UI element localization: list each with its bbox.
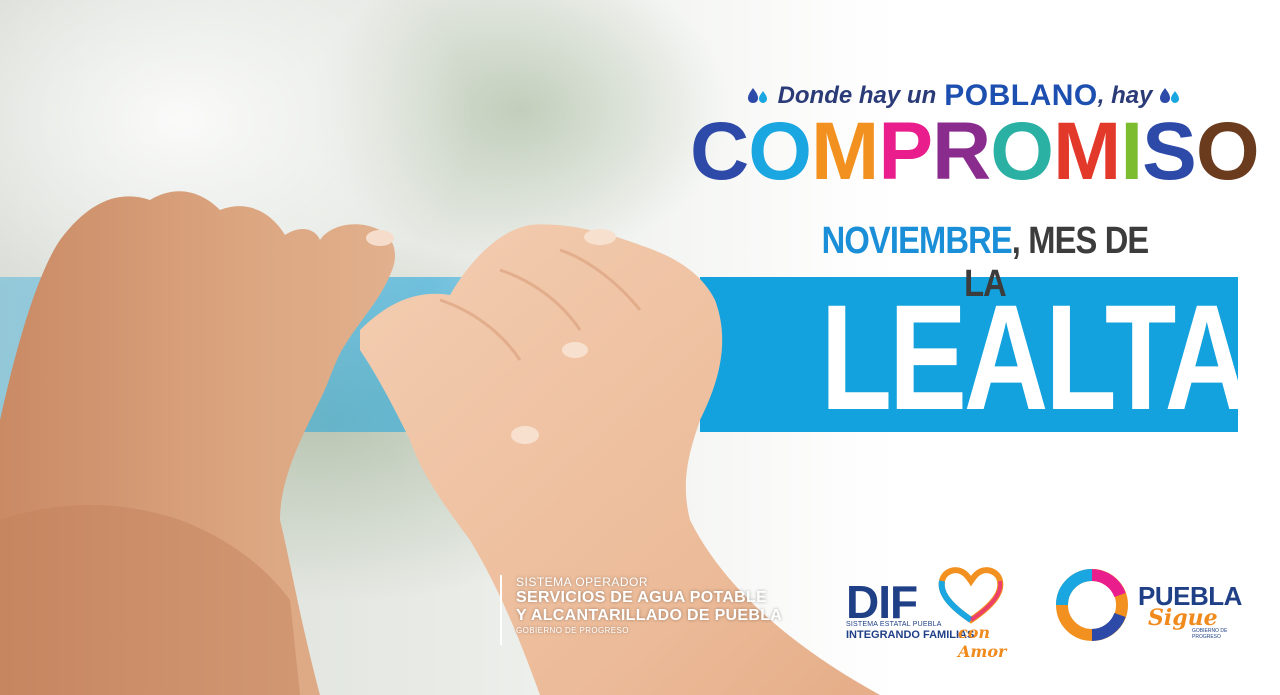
soapap-logo: SISTEMA OPERADOR SERVICIOS DE AGUA POTAB… [500, 575, 826, 645]
compromiso-letter: O [748, 106, 812, 197]
soapap-line4: GOBIERNO DE PROGRESO [516, 626, 629, 635]
heart-icon [938, 567, 1004, 624]
puebla-sigue-logo: PUEBLA Sigue GOBIERNO DE PROGRESO [1052, 565, 1252, 650]
water-drop-icon [747, 88, 767, 103]
compromiso-letter: O [990, 106, 1054, 197]
dif-subtitle: SISTEMA ESTATAL PUEBLA [846, 621, 942, 628]
soapap-line3: Y ALCANTARILLADO DE PUEBLA [516, 607, 783, 624]
compromiso-letter: P [878, 106, 933, 197]
compromiso-letter: O [1195, 106, 1260, 197]
month-line: NOVIEMBRE, MES DE LA [800, 220, 1170, 305]
fingernail [366, 230, 394, 246]
fingernail [562, 342, 588, 358]
dif-logo: DIF SISTEMA ESTATAL PUEBLA INTEGRANDO FA… [846, 565, 1026, 661]
compromiso-letter: M [1053, 106, 1121, 197]
fingernail [511, 426, 539, 444]
soapap-line1: SISTEMA OPERADOR [516, 575, 649, 589]
dif-slogan: INTEGRANDO FAMILIAS [846, 629, 975, 641]
compromiso-letter: R [932, 106, 991, 197]
compromiso-letter: M [811, 106, 879, 197]
dif-slogan-script: con Amor [958, 623, 1007, 661]
puebla-small-text: GOBIERNO DE PROGRESO [1192, 628, 1228, 640]
value-title: LEALTAD [820, 273, 1280, 441]
ring-icon [1056, 569, 1128, 641]
compromiso-letter: I [1120, 106, 1143, 197]
soapap-line2: SERVICIOS DE AGUA POTABLE [516, 589, 768, 606]
compromiso-title: COMPROMISO [690, 106, 1260, 197]
fingernail [584, 229, 616, 245]
month-highlight: NOVIEMBRE [821, 220, 1013, 262]
compromiso-letter: S [1142, 106, 1197, 197]
compromiso-letter: C [690, 106, 749, 197]
water-drop-icon [1160, 88, 1180, 103]
